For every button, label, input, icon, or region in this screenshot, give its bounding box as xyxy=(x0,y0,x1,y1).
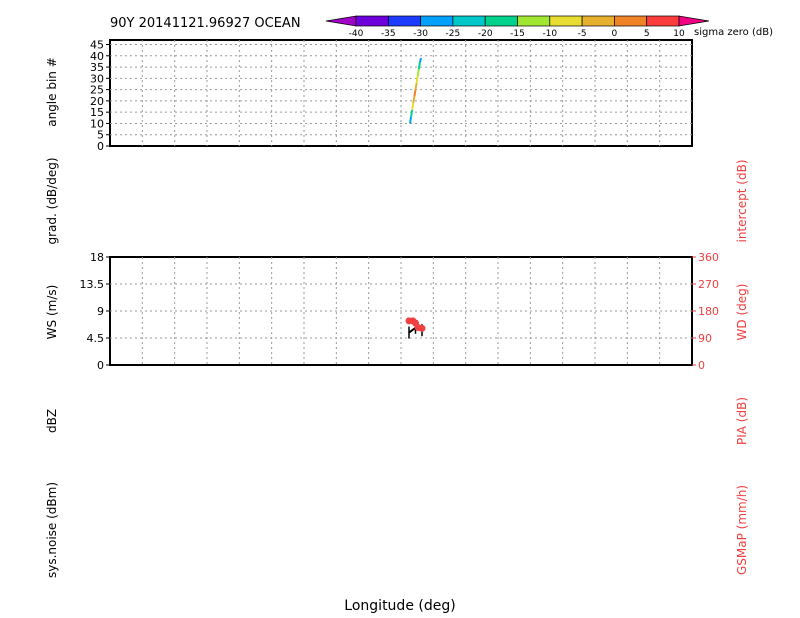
colorbar-tick-label: 5 xyxy=(644,29,650,39)
colorbar-tick-label: -10 xyxy=(542,29,557,39)
wind-panel-y2-ticks: 0 90 180 270 360 xyxy=(692,251,719,372)
angle-bin-segment xyxy=(416,69,420,77)
ws-ylabel: WS (m/s) xyxy=(45,285,59,340)
x-axis-label: Longitude (deg) xyxy=(344,598,455,614)
wind-panel-y-ticks: 0 4.5 9 13.5 18 xyxy=(80,251,110,372)
y2-tick-label: 90 xyxy=(698,332,712,345)
colorbar-segment xyxy=(646,15,680,27)
colorbar-tick-label: -5 xyxy=(578,29,587,39)
y-tick-label: 20 xyxy=(90,95,104,108)
y2-tick-label: 0 xyxy=(698,359,705,372)
colorbar-segment xyxy=(614,15,648,27)
colorbar-segment xyxy=(387,15,421,27)
y-tick-label: 18 xyxy=(90,251,104,264)
colorbar-tick-label: -20 xyxy=(478,29,493,39)
y-tick-label: 13.5 xyxy=(80,278,105,291)
wind-series xyxy=(405,317,426,339)
colorbar-segment xyxy=(517,15,551,27)
colorbar-segment xyxy=(452,15,486,27)
colorbar-segment xyxy=(581,15,615,27)
y-tick-label: 40 xyxy=(90,50,104,63)
intercept-ylabel: intercept (dB) xyxy=(735,159,749,242)
angle-bin-segment xyxy=(413,89,417,97)
dbz-ylabel: dBZ xyxy=(45,409,59,433)
colorbar-tick-label: -25 xyxy=(446,29,461,39)
colorbar-tick-label: -15 xyxy=(510,29,525,39)
angle-bin-segment xyxy=(414,82,418,90)
y-tick-label: 45 xyxy=(90,39,104,52)
colorbar-left-triangle xyxy=(325,15,357,27)
wind-speed-segment xyxy=(408,326,417,334)
y2-tick-label: 270 xyxy=(698,278,719,291)
angle-bin-segment xyxy=(412,96,416,104)
angle-bin-segment xyxy=(418,57,422,63)
gsmap-ylabel: GSMaP (mm/h) xyxy=(735,485,749,575)
y-tick-label: 5 xyxy=(97,129,104,142)
angle-bin-segment xyxy=(409,116,413,124)
y-tick-label: 30 xyxy=(90,72,104,85)
figure: 90Y 20141121.96927 OCEAN -40 -35 -30 -25 -20… xyxy=(45,15,773,614)
y-tick-label: 9 xyxy=(97,305,104,318)
y-tick-label: 15 xyxy=(90,106,104,119)
wind-direction-point xyxy=(418,324,426,332)
angle-bin-segment xyxy=(410,109,414,117)
colorbar-tick-label: -30 xyxy=(413,29,428,39)
y-tick-label: 4.5 xyxy=(87,332,105,345)
colorbar-label: sigma zero (dB) xyxy=(694,27,773,38)
angle-panel-grid xyxy=(110,40,692,146)
y-tick-label: 0 xyxy=(97,359,104,372)
y-tick-label: 35 xyxy=(90,61,104,74)
y2-tick-label: 360 xyxy=(698,251,719,264)
sigma-zero-colorbar: -40 -35 -30 -25 -20 -15 -10 -5 0 5 10 xyxy=(325,15,710,39)
colorbar-tick-label: -40 xyxy=(349,29,364,39)
pia-ylabel: PIA (dB) xyxy=(735,397,749,445)
angle-bin-segment xyxy=(417,62,421,70)
colorbar-tick-label: 0 xyxy=(612,29,618,39)
angle-bin-segment xyxy=(415,75,419,84)
y-tick-label: 0 xyxy=(97,140,104,153)
colorbar-right-triangle xyxy=(678,15,710,27)
y-tick-label: 10 xyxy=(90,117,104,130)
colorbar-segment xyxy=(420,15,454,27)
sys-noise-ylabel: sys.noise (dBm) xyxy=(45,482,59,578)
colorbar-tick-label: -35 xyxy=(381,29,396,39)
grad-ylabel: grad. (dB/deg) xyxy=(45,157,59,244)
colorbar-segment xyxy=(355,15,389,27)
chart-title: 90Y 20141121.96927 OCEAN xyxy=(110,16,301,31)
angle-bin-series xyxy=(409,57,422,124)
angle-panel-y-ticks: 051015202530354045 xyxy=(90,39,110,153)
angle-bin-segment xyxy=(411,102,415,111)
angle-bin-ylabel: angle bin # xyxy=(45,57,59,127)
colorbar-tick-label: 10 xyxy=(673,29,685,39)
colorbar-segment xyxy=(484,15,518,27)
wind-panel-grid xyxy=(110,257,692,365)
y-tick-label: 25 xyxy=(90,84,104,97)
y2-tick-label: 180 xyxy=(698,305,719,318)
colorbar-segment xyxy=(549,15,583,27)
wd-ylabel: WD (deg) xyxy=(735,284,749,341)
